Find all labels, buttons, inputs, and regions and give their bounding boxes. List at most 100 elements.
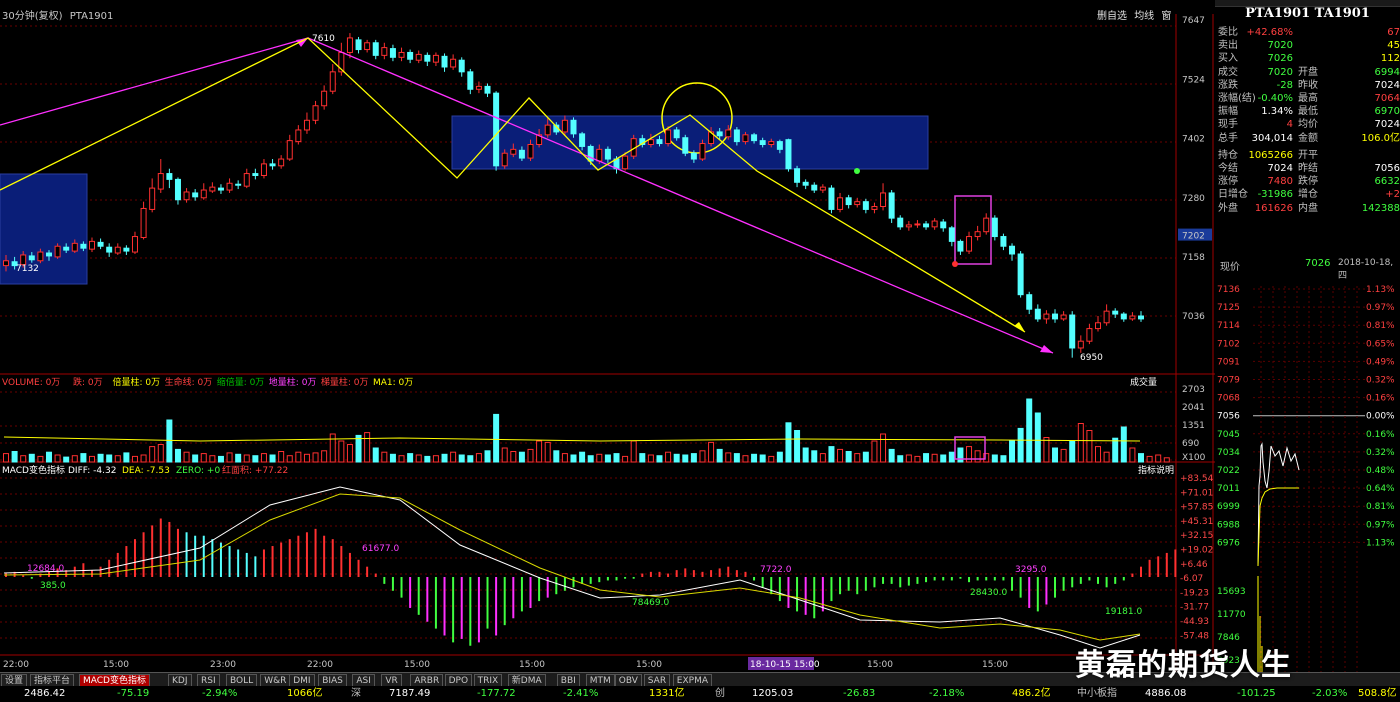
candle-body (312, 105, 319, 121)
volume-bar (923, 453, 930, 463)
candle-body (1000, 236, 1007, 247)
candle-body (802, 181, 809, 186)
macd-axis-label: -19.23 (1180, 588, 1209, 598)
volume-bar (957, 447, 964, 463)
volume-bar (751, 453, 758, 463)
volume-bar (1043, 437, 1050, 463)
volume-bar (286, 455, 293, 463)
status-item: 1331亿 (649, 688, 685, 699)
quote-value: +42.68% (1246, 27, 1293, 38)
candle-body (1052, 313, 1059, 320)
candle-body (28, 255, 35, 261)
macd-title: MACD变色指标 (2, 464, 65, 476)
volume-bar (157, 444, 164, 463)
macd-axis-label: +6.46 (1180, 560, 1208, 570)
volume-bar (630, 440, 637, 463)
candle-body (217, 187, 224, 191)
ma-button[interactable]: 均线 (1134, 11, 1154, 22)
volume-bar (28, 453, 35, 463)
macd-axis-label: -44.93 (1180, 617, 1209, 627)
macd-area-label: 78469.0 (632, 598, 669, 608)
volume-bar (493, 413, 500, 463)
quote-label: 总手 (1218, 132, 1238, 144)
volume-bar (604, 454, 611, 463)
volume-bar (312, 452, 319, 463)
candle-body (321, 90, 328, 107)
candle-body (828, 187, 835, 210)
candle-body (389, 48, 396, 58)
volume-bar (1112, 437, 1119, 463)
volume-bar (639, 453, 646, 463)
tick-price-line (1257, 442, 1300, 567)
candle-body (561, 119, 568, 133)
high-price-label: 7610 (312, 34, 335, 44)
candle-body (776, 141, 783, 150)
tick-axis-left: 7068 (1217, 394, 1240, 404)
candle-body (407, 51, 414, 60)
volume-bar (303, 453, 310, 463)
volume-bar (690, 453, 697, 463)
candle-body (716, 131, 723, 137)
quote-row: 日增仓 -31986 增仓 +2 (1215, 188, 1400, 201)
volume-bar (1138, 453, 1144, 463)
chart-header: 30分钟(复权) PTA1901 (2, 7, 113, 22)
candle-body (794, 168, 801, 183)
quote-label: 涨跌 (1218, 79, 1238, 91)
quote-row: 涨停 7480 跌停 6632 (1215, 175, 1400, 188)
quote-row: 成交 7020 开盘 6994 (1215, 66, 1400, 79)
quote-value: 7020 (1267, 66, 1293, 78)
macd-area-label: 7722.0 (760, 565, 792, 575)
macd-area-label: 61677.0 (362, 544, 399, 554)
volume-bar (845, 451, 852, 463)
volume-bar (862, 451, 869, 463)
candle-body (1095, 322, 1102, 330)
quote-value: 45 (1387, 40, 1400, 52)
volume-bar (527, 448, 534, 463)
volume-bar (88, 455, 95, 463)
candle-body (329, 71, 336, 92)
quote-value: 6994 (1374, 66, 1400, 78)
volume-panel-name: 成交量 (1130, 376, 1157, 388)
quote-value: 1065266 (1248, 149, 1293, 161)
status-item: 7187.49 (389, 688, 431, 699)
quote-label: 卖出 (1218, 40, 1238, 52)
status-item: 486.2亿 (1012, 688, 1051, 699)
volume-bar (372, 447, 379, 463)
candle-body (381, 47, 388, 56)
price-axis-label: 7402 (1182, 135, 1205, 145)
volume-bar (321, 450, 328, 463)
low-price-label-left: 7132 (16, 264, 39, 274)
remove-favorite-button[interactable]: 删自选 (1097, 11, 1127, 22)
quote-panel: PTA1901 TA1901 委比 +42.68% 67 卖出 7020 45 买入 7026… (1215, 6, 1400, 696)
candle-body (200, 189, 207, 199)
window-button[interactable]: 窗 (1161, 11, 1171, 22)
status-item: -2.18% (929, 688, 965, 699)
macd-red-area: 红面积: +77.22 (222, 464, 288, 476)
candle-body (819, 186, 826, 191)
status-item: 2486.42 (24, 688, 66, 699)
volume-indicator-label: MA1: 0万 (373, 378, 413, 388)
quote-value: +2 (1385, 189, 1400, 201)
volume-bar (381, 451, 388, 463)
candle-body (54, 245, 61, 258)
volume-bar (596, 453, 603, 463)
tick-axis-right: 0.97% (1366, 303, 1395, 313)
candle-body (346, 37, 353, 53)
volume-bar (432, 455, 439, 463)
tick-axis-right: 0.81% (1366, 502, 1395, 512)
candle-body (914, 223, 921, 226)
quote-value: -0.40% (1257, 93, 1293, 104)
volume-bar (45, 451, 52, 463)
candle-body (260, 163, 267, 177)
macd-area-label: 12684.0 (27, 564, 64, 574)
macd-zero-value: ZERO: +0 (176, 466, 220, 476)
symbol-label: PTA1901 (69, 11, 114, 22)
quote-label: 跌停 (1298, 176, 1318, 188)
tick-axis-left: 7011 (1217, 484, 1240, 494)
candle-body (140, 207, 147, 239)
candle-body (441, 55, 448, 68)
candle-body (303, 119, 310, 131)
volume-indicator-label: 地量柱: 0万 (269, 376, 317, 388)
candle-body (811, 184, 818, 191)
candle-body (192, 192, 199, 198)
